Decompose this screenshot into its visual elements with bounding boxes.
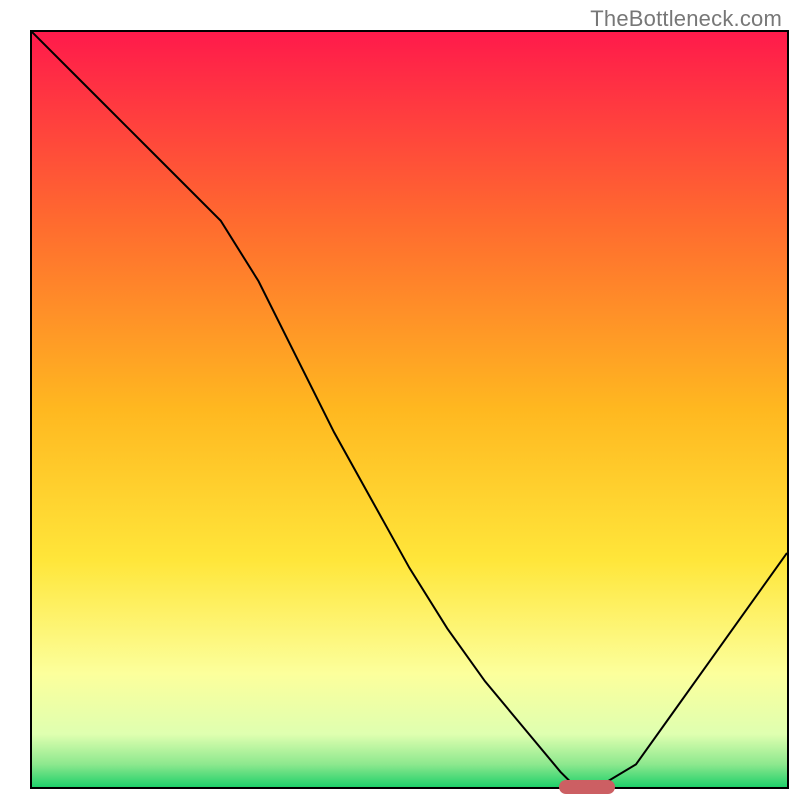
watermark-label: TheBottleneck.com	[590, 6, 782, 32]
plot-area[interactable]	[30, 30, 789, 789]
chart-click-area[interactable]	[32, 32, 787, 787]
bottleneck-chart: TheBottleneck.com	[0, 0, 800, 800]
